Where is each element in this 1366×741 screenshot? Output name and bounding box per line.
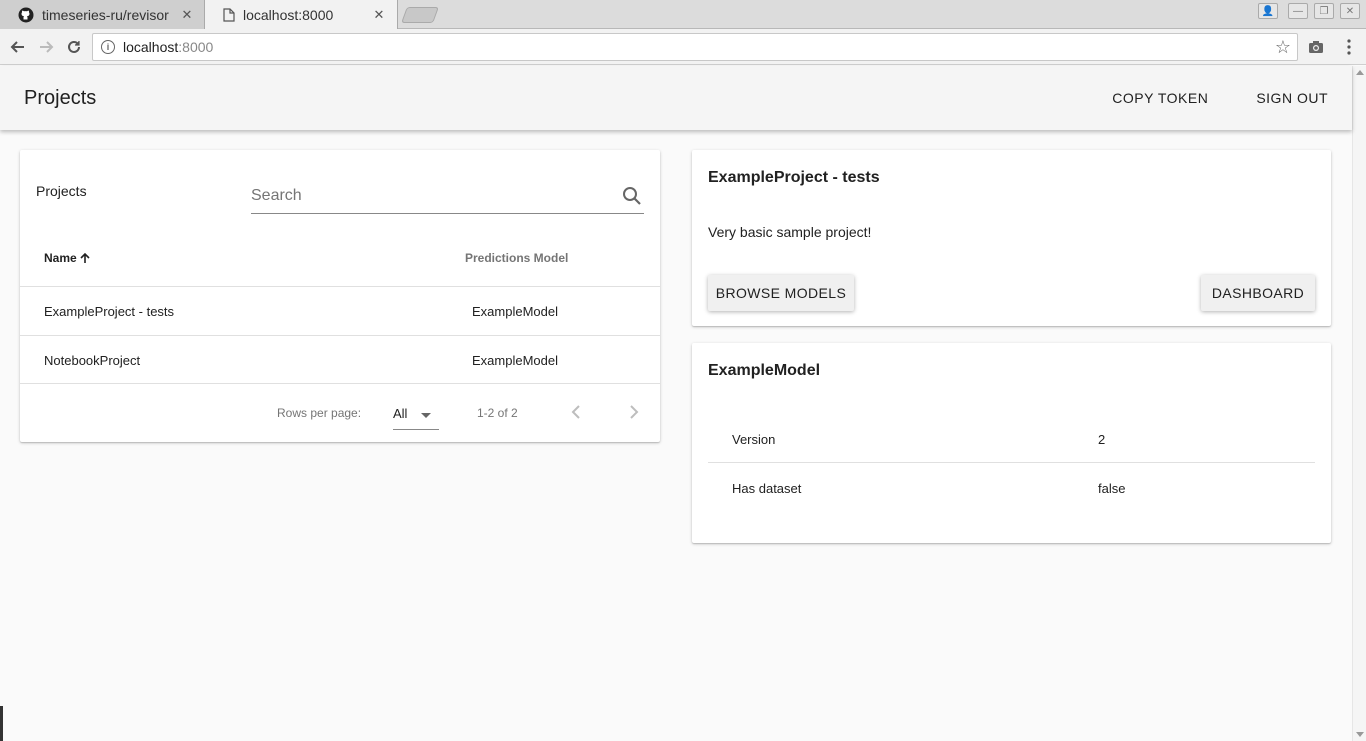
bookmark-star-icon[interactable]: ☆ [1275, 37, 1291, 58]
table-row[interactable]: ExampleProject - tests ExampleModel [20, 286, 660, 334]
new-tab-button[interactable] [401, 7, 439, 23]
project-detail-card: ExampleProject - tests Very basic sample… [692, 150, 1331, 326]
next-page-icon[interactable] [622, 400, 646, 424]
model-detail-card: ExampleModel Version 2 Has dataset false [692, 343, 1331, 543]
reload-icon[interactable] [62, 35, 86, 59]
browser-tabstrip: timeseries-ru/revisor ✕ localhost:8000 ✕… [0, 0, 1366, 30]
tab-title: timeseries-ru/revisor [42, 6, 169, 23]
window-edge [0, 706, 3, 741]
sort-arrow-up-icon [80, 252, 90, 263]
profile-icon[interactable]: 👤 [1258, 3, 1278, 19]
browser-menu-icon[interactable] [1337, 35, 1361, 59]
info-icon[interactable]: i [101, 40, 115, 54]
github-icon [18, 7, 34, 22]
project-detail-title: ExampleProject - tests [708, 169, 880, 186]
table-pagination: Rows per page: All 1-2 of 2 [20, 383, 660, 442]
cell-predictions-model: ExampleModel [472, 304, 558, 319]
rows-per-page-value: All [393, 406, 408, 421]
column-header-name[interactable]: Name [44, 251, 91, 265]
page-title: Projects [24, 86, 97, 109]
rows-per-page-select[interactable]: All [393, 398, 439, 430]
page-icon [223, 8, 235, 22]
cell-project-name: ExampleProject - tests [44, 304, 175, 319]
model-field-key: Version [732, 432, 776, 447]
cell-predictions-model: ExampleModel [472, 353, 558, 368]
camera-icon[interactable] [1304, 35, 1328, 59]
browser-tab-github[interactable]: timeseries-ru/revisor ✕ [0, 0, 206, 29]
tab-title: localhost:8000 [243, 7, 334, 23]
search-input[interactable] [251, 180, 611, 212]
column-header-predictions-model[interactable]: Predictions Model [465, 251, 568, 265]
dashboard-button[interactable]: DASHBOARD [1201, 275, 1315, 311]
window-close-icon[interactable]: ✕ [1340, 3, 1360, 19]
model-field-value: 2 [1098, 432, 1106, 447]
model-field-key: Has dataset [732, 481, 802, 496]
page-scrollbar[interactable] [1352, 66, 1366, 741]
back-icon[interactable] [6, 35, 30, 59]
model-detail-title: ExampleModel [708, 362, 821, 379]
copy-token-button[interactable]: COPY TOKEN [1096, 90, 1224, 106]
column-header-name-label: Name [44, 251, 77, 265]
projects-table-card: Projects Name Predictions Model ExampleP… [20, 150, 660, 442]
url-host: localhost [123, 39, 179, 55]
model-field-value: false [1098, 481, 1126, 496]
forward-icon[interactable] [34, 35, 58, 59]
address-bar[interactable]: i localhost:8000 ☆ [92, 33, 1298, 61]
rows-per-page-label: Rows per page: [277, 406, 362, 420]
close-icon[interactable]: ✕ [179, 7, 195, 23]
cell-project-name: NotebookProject [44, 353, 141, 368]
project-description: Very basic sample project! [708, 224, 872, 240]
close-icon[interactable]: ✕ [371, 7, 387, 23]
model-field-row: Version 2 [708, 414, 1315, 463]
search-icon[interactable] [622, 186, 642, 206]
table-row[interactable]: NotebookProject ExampleModel [20, 335, 660, 383]
pagination-range: 1-2 of 2 [477, 406, 518, 420]
sign-out-button[interactable]: SIGN OUT [1240, 90, 1344, 106]
scroll-down-icon[interactable] [1356, 732, 1364, 737]
app-bar: Projects COPY TOKEN SIGN OUT [0, 66, 1352, 130]
dropdown-caret-icon [421, 413, 431, 418]
url-port: :8000 [178, 39, 214, 55]
browse-models-button[interactable]: BROWSE MODELS [708, 275, 854, 311]
previous-page-icon[interactable] [564, 400, 588, 424]
minimize-icon[interactable]: — [1288, 3, 1308, 19]
browser-tab-localhost[interactable]: localhost:8000 ✕ [204, 0, 398, 30]
browser-toolbar: i localhost:8000 ☆ [0, 29, 1366, 65]
scroll-up-icon[interactable] [1356, 70, 1364, 75]
projects-table-title: Projects [36, 183, 87, 199]
model-field-row: Has dataset false [708, 463, 1315, 512]
search-field [251, 180, 644, 214]
maximize-icon[interactable]: ❐ [1314, 3, 1334, 19]
